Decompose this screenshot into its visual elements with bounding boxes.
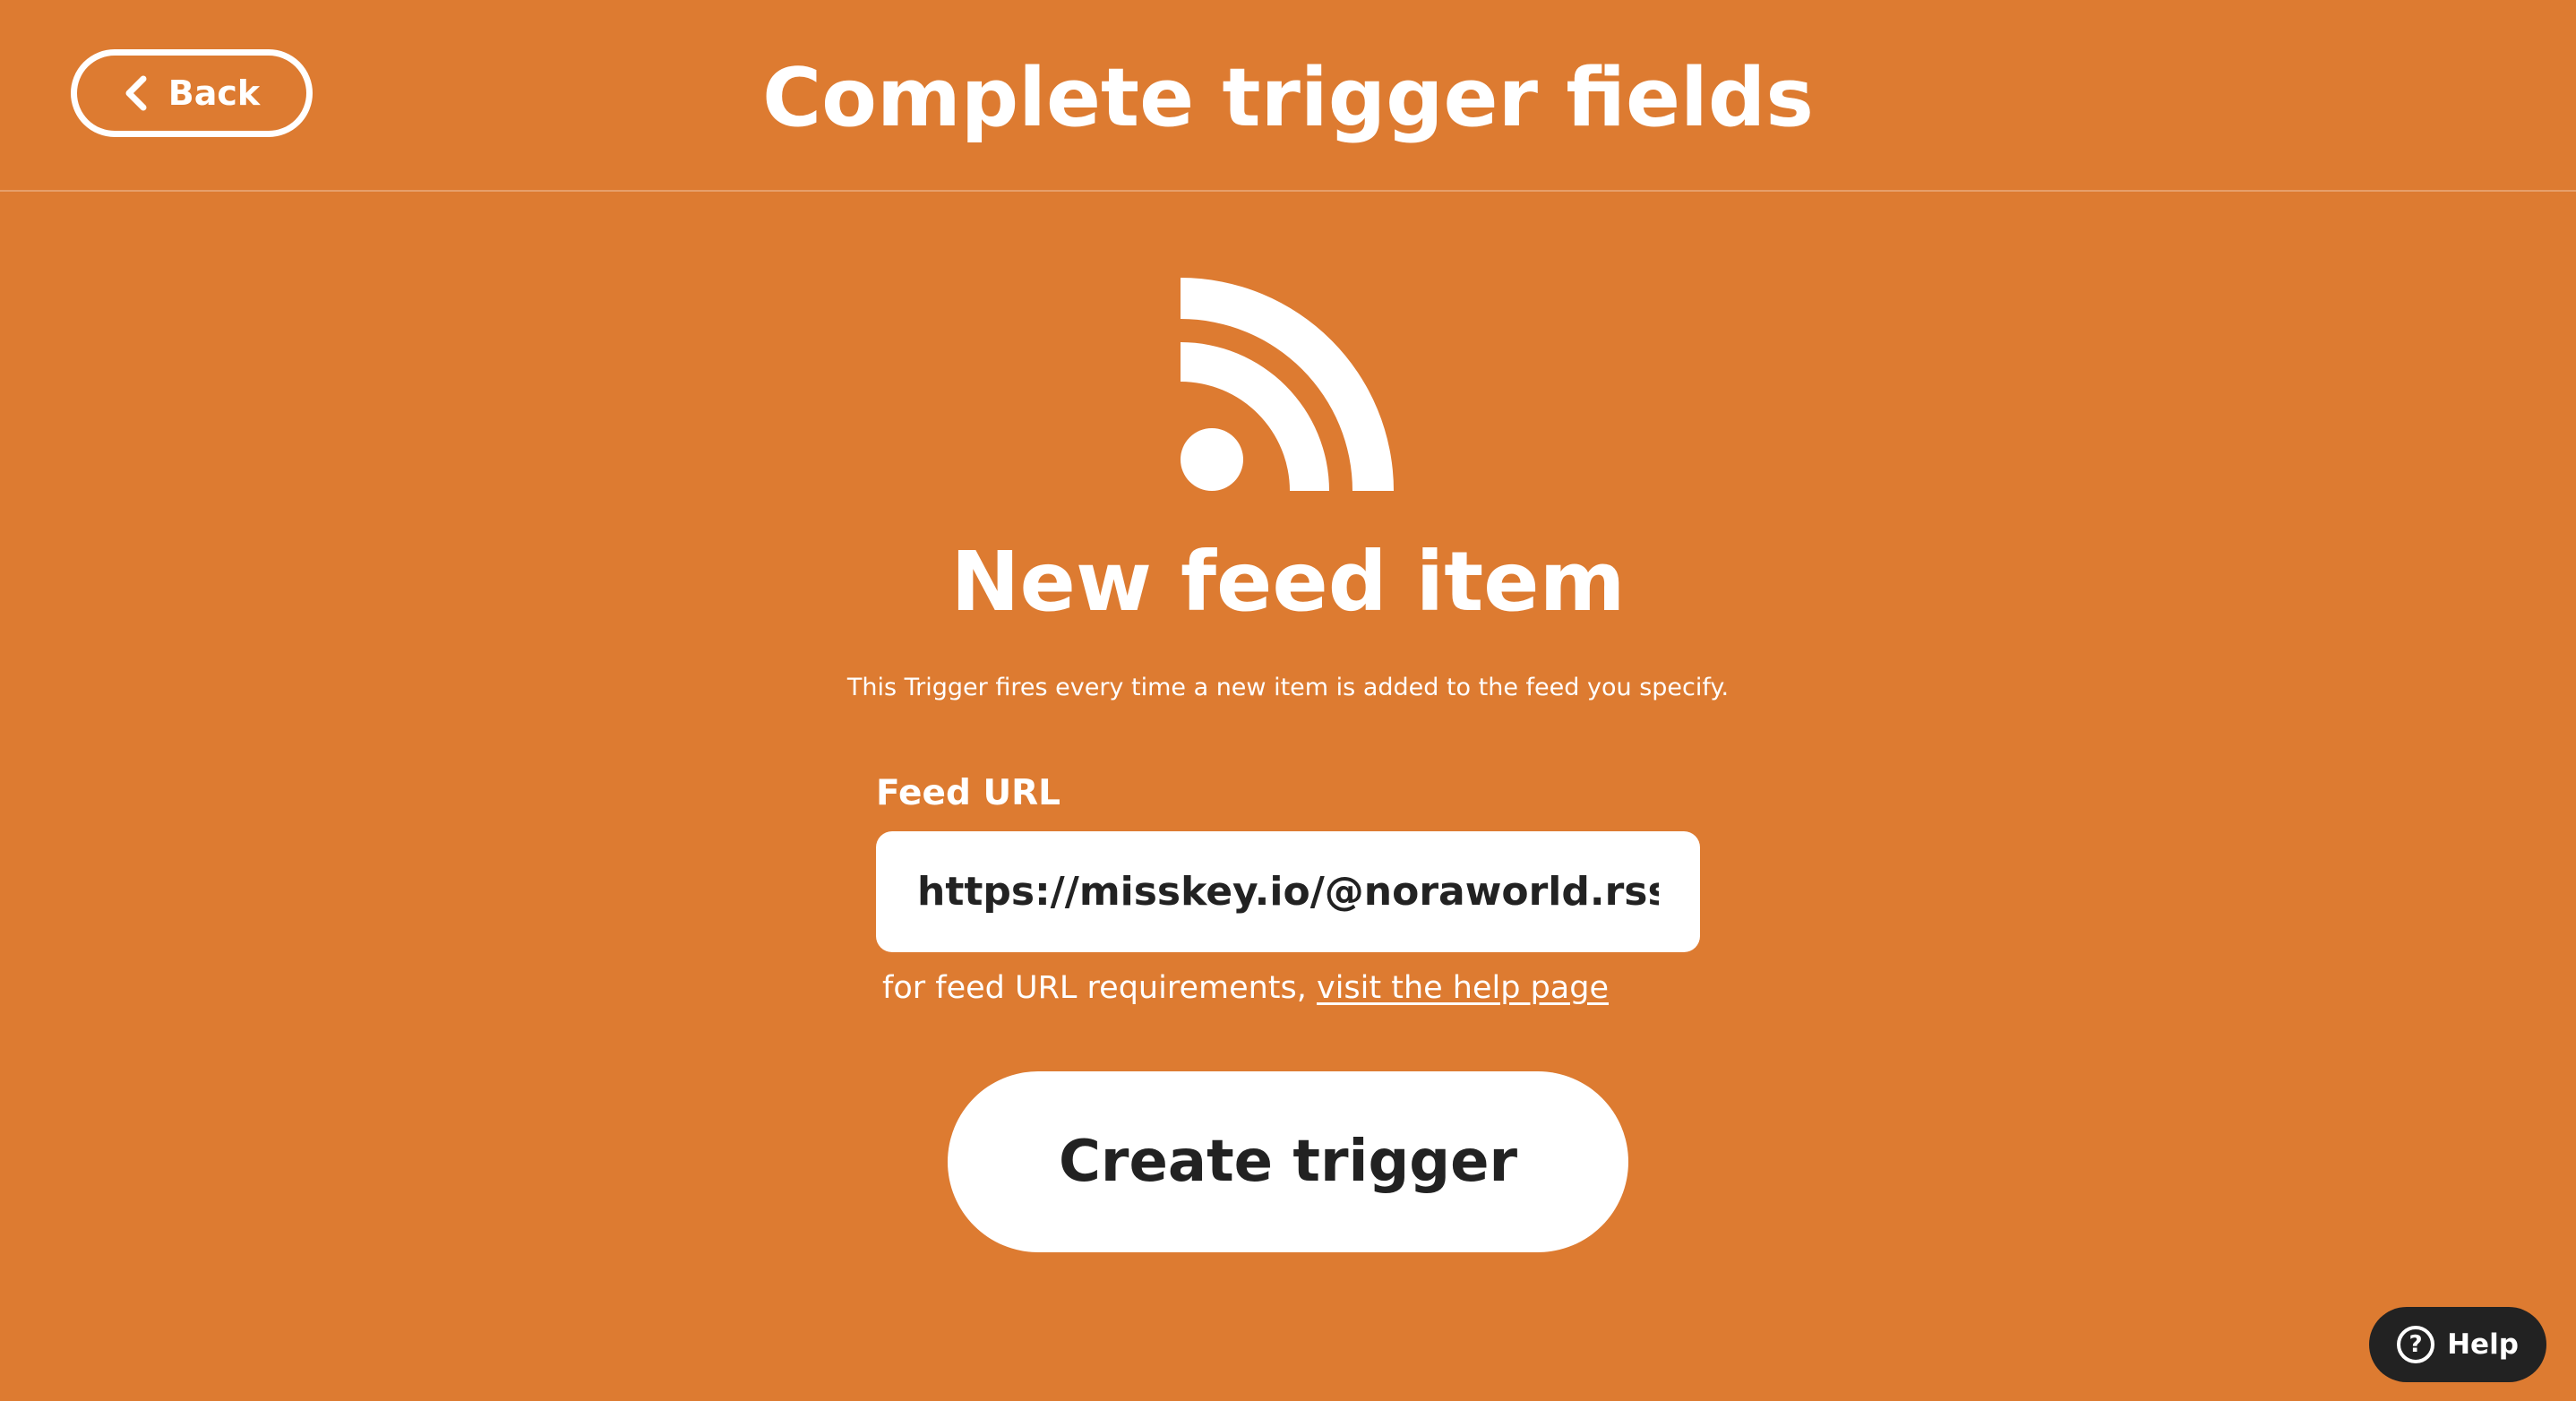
feed-url-input[interactable] <box>876 831 1700 952</box>
trigger-title: New feed item <box>950 534 1626 630</box>
help-widget-button[interactable]: ? Help <box>2369 1307 2546 1382</box>
trigger-fields-page: Back Complete trigger fields New feed it… <box>0 0 2576 1401</box>
create-trigger-label: Create trigger <box>1058 1129 1518 1195</box>
help-label: Help <box>2447 1328 2519 1361</box>
create-trigger-button[interactable]: Create trigger <box>948 1071 1628 1252</box>
helper-text: for feed URL requirements, <box>882 970 1317 1006</box>
feed-url-label: Feed URL <box>876 773 1061 813</box>
rss-feed-icon <box>1181 278 1394 491</box>
question-circle-icon: ? <box>2397 1326 2435 1363</box>
trigger-description: This Trigger fires every time a new item… <box>846 674 1730 701</box>
feed-url-helper: for feed URL requirements, visit the hel… <box>882 967 1609 1009</box>
help-page-link[interactable]: visit the help page <box>1317 970 1609 1006</box>
page-header: Back Complete trigger fields <box>0 0 2576 192</box>
page-title: Complete trigger fields <box>762 51 1814 145</box>
